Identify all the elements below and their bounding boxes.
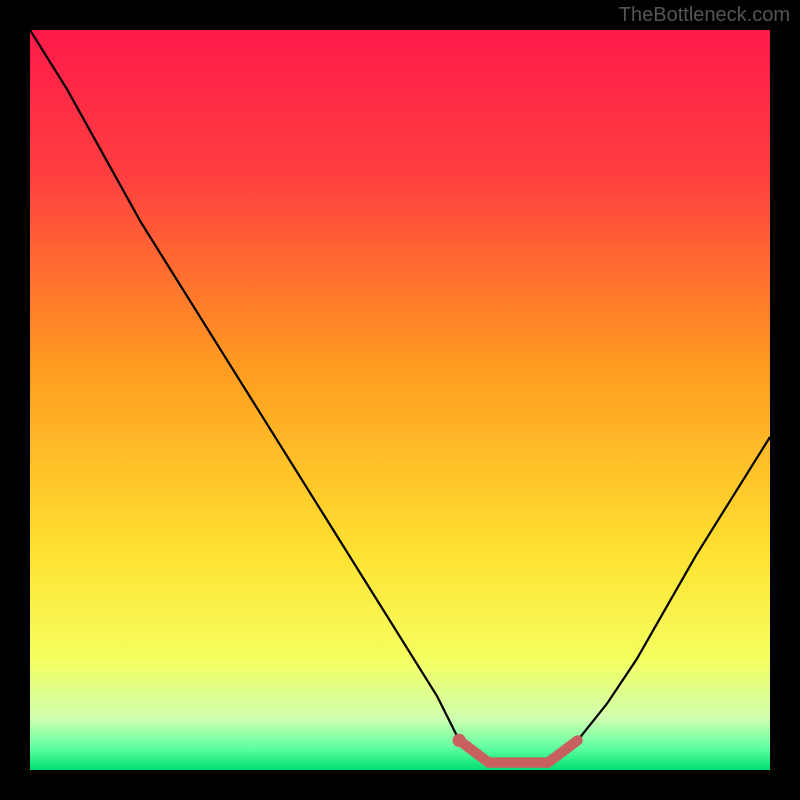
curve-layer [30, 30, 770, 770]
bottleneck-chart [30, 30, 770, 770]
optimal-range-dot [453, 734, 466, 747]
bottleneck-curve-line [30, 30, 770, 763]
optimal-range-highlight [459, 740, 577, 762]
watermark-text: TheBottleneck.com [619, 4, 790, 27]
